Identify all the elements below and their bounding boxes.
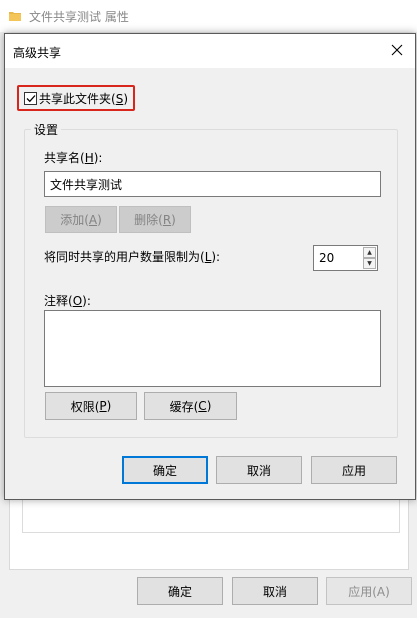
apply-button[interactable]: 应用 xyxy=(311,456,397,484)
checkbox-box[interactable] xyxy=(24,91,37,105)
share-name-label: 共享名(H): xyxy=(44,151,103,165)
remove-button[interactable]: 删除(R) xyxy=(119,206,191,233)
properties-titlebar: 文件共享测试 属性 xyxy=(0,0,417,32)
comment-textarea[interactable] xyxy=(44,310,381,387)
add-button[interactable]: 添加(A) xyxy=(45,206,117,233)
properties-cancel-button[interactable]: 取消 xyxy=(232,577,318,605)
close-icon[interactable] xyxy=(379,34,415,66)
share-folder-checkbox[interactable]: 共享此文件夹(S) xyxy=(17,85,135,111)
folder-icon xyxy=(9,10,21,21)
permissions-button[interactable]: 权限(P) xyxy=(45,392,137,420)
comment-label: 注释(O): xyxy=(44,294,91,308)
share-name-input[interactable]: 文件共享测试 xyxy=(44,171,381,197)
properties-ok-button[interactable]: 确定 xyxy=(137,577,223,605)
user-limit-value[interactable]: 20 xyxy=(319,251,334,265)
ok-button[interactable]: 确定 xyxy=(122,456,208,484)
user-limit-label: 将同时共享的用户数量限制为(L): xyxy=(44,250,221,264)
properties-window-title: 文件共享测试 属性 xyxy=(29,10,129,24)
settings-group-title: 设置 xyxy=(31,121,62,138)
spin-up-icon[interactable]: ▲ xyxy=(363,247,376,258)
spin-down-icon[interactable]: ▼ xyxy=(363,258,376,269)
properties-inner-box xyxy=(22,495,400,533)
checkmark-icon xyxy=(26,94,35,102)
dialog-title: 高级共享 xyxy=(13,46,62,60)
caching-button[interactable]: 缓存(C) xyxy=(144,392,237,420)
properties-apply-button[interactable]: 应用(A) xyxy=(326,577,412,605)
spinner-buttons: ▲ ▼ xyxy=(363,247,376,269)
share-folder-label: 共享此文件夹(S) xyxy=(39,91,128,106)
advanced-sharing-dialog: 高级共享 共享此文件夹(S) 设置 共享名(H): 文件共享测试 添加(A) 删… xyxy=(4,33,416,500)
user-limit-spinner[interactable]: 20 ▲ ▼ xyxy=(313,245,378,271)
cancel-button[interactable]: 取消 xyxy=(216,456,302,484)
dialog-titlebar: 高级共享 xyxy=(5,34,415,68)
